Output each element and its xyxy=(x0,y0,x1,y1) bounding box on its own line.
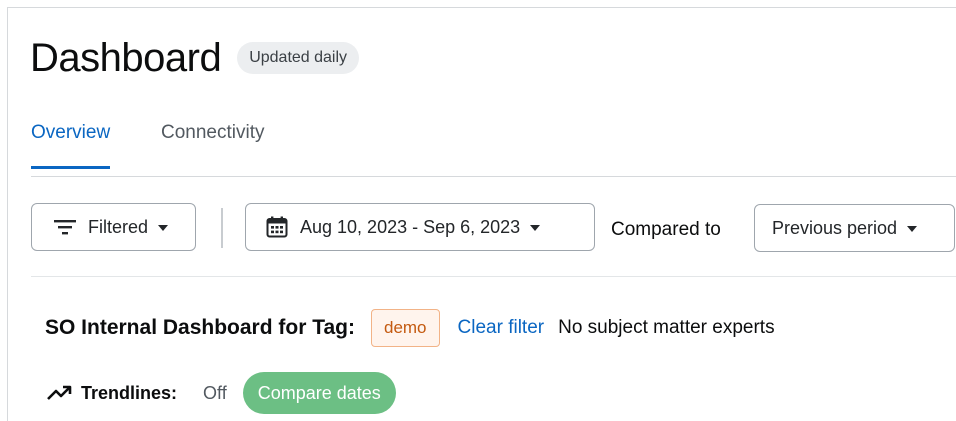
trendlines-off-option[interactable]: Off xyxy=(203,383,227,404)
filter-toolbar: Filtered Aug 10, 2023 - Sep 6, 2023 Comp… xyxy=(31,196,956,277)
trend-up-icon xyxy=(47,385,72,400)
comparison-period-select[interactable]: Previous period xyxy=(754,204,955,252)
caret-down-icon xyxy=(907,226,918,232)
page-header: Dashboard Updated daily xyxy=(30,34,360,82)
trendlines-row: Trendlines: Off Compare dates xyxy=(47,371,396,415)
caret-down-icon xyxy=(158,225,169,231)
date-range-label: Aug 10, 2023 - Sep 6, 2023 xyxy=(300,216,521,237)
calendar-icon xyxy=(266,216,288,238)
tag-chip-demo[interactable]: demo xyxy=(370,309,440,347)
compared-to-label: Compared to xyxy=(611,219,721,240)
experts-status-text: No subject matter experts xyxy=(558,317,775,338)
tab-overview[interactable]: Overview xyxy=(31,120,111,169)
trendlines-label: Trendlines: xyxy=(81,382,178,403)
filter-button-label: Filtered xyxy=(88,216,149,237)
date-range-button[interactable]: Aug 10, 2023 - Sep 6, 2023 xyxy=(245,203,595,251)
filter-button[interactable]: Filtered xyxy=(31,203,196,251)
tab-connectivity[interactable]: Connectivity xyxy=(161,120,265,166)
tag-dashboard-title: SO Internal Dashboard for Tag: xyxy=(45,316,355,339)
caret-down-icon xyxy=(530,225,541,231)
clear-filter-link[interactable]: Clear filter xyxy=(458,317,545,339)
compare-dates-button[interactable]: Compare dates xyxy=(242,372,396,414)
page-title: Dashboard xyxy=(30,36,222,80)
comparison-period-label: Previous period xyxy=(772,217,898,238)
tab-bar: Overview Connectivity xyxy=(31,120,956,177)
toolbar-divider xyxy=(221,208,223,248)
updated-badge: Updated daily xyxy=(237,42,360,74)
tag-filter-row: SO Internal Dashboard for Tag: demo Clea… xyxy=(45,308,775,348)
dashboard-panel: Dashboard Updated daily Overview Connect… xyxy=(7,7,956,421)
filter-lines-icon xyxy=(54,220,76,235)
